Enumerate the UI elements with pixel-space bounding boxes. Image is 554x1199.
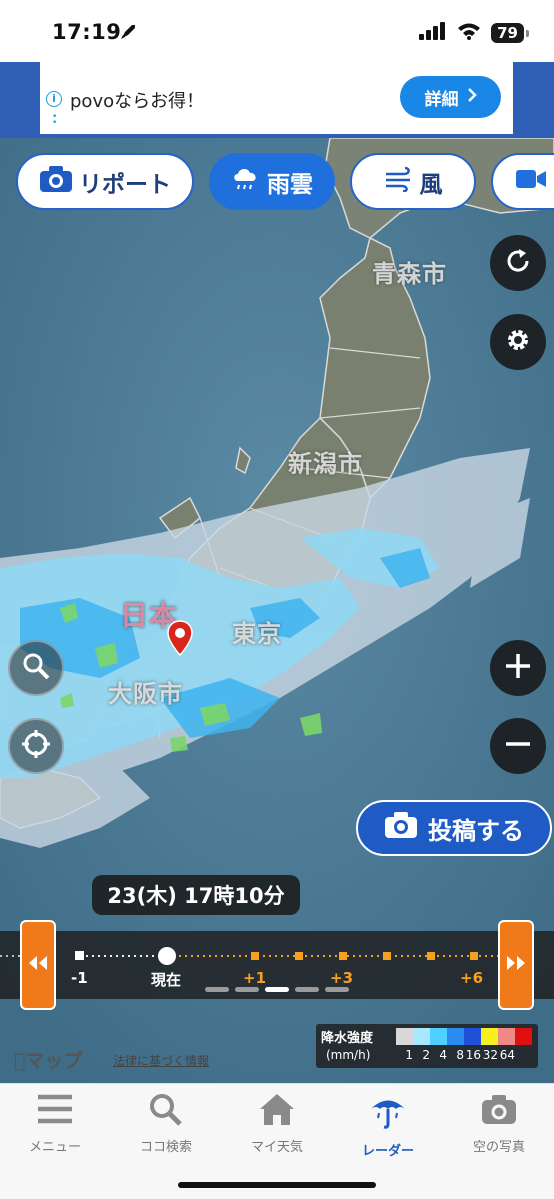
video-camera-icon: [515, 168, 547, 196]
map-label-niigata: 新潟市: [288, 450, 363, 478]
post-photo-button[interactable]: 投稿する: [356, 800, 552, 856]
refresh-icon: [503, 246, 533, 280]
tab-report[interactable]: リポート: [16, 153, 194, 210]
page-dot: [205, 987, 229, 992]
ad-banner: i • • povoならお得！ 詳細: [0, 62, 554, 138]
legend-title: 降水強度: [321, 1031, 374, 1046]
page-dot: [235, 987, 259, 992]
legend-swatch: [498, 1028, 515, 1045]
timeline-forward-button[interactable]: [498, 920, 534, 1010]
legend-value: 16: [465, 1048, 481, 1062]
status-time: 17:19: [52, 20, 122, 44]
legend-swatch: [515, 1028, 532, 1045]
tab-wind-label: 風: [419, 171, 443, 198]
search-icon: [21, 651, 51, 685]
nav-search[interactable]: ココ検索: [111, 1092, 221, 1155]
post-photo-label: 投稿する: [428, 816, 524, 845]
search-icon: [147, 1092, 185, 1130]
map-label-osaka: 大阪市: [108, 680, 183, 708]
legend-unit: (mm/h): [326, 1048, 371, 1062]
camera-icon: [384, 811, 418, 845]
timeline-page-indicator: [0, 987, 554, 992]
apple-maps-logo: マップ: [14, 1046, 82, 1073]
legal-info-link[interactable]: 法律に基づく情報: [113, 1052, 209, 1069]
tab-rain-cloud-label: 雨雲: [267, 171, 313, 198]
current-location-button[interactable]: [8, 718, 64, 774]
timeline-label-plus-3: +3: [330, 969, 354, 987]
rain-cloud-icon: [231, 165, 261, 199]
home-indicator: [178, 1182, 376, 1188]
status-bar: 17:19 79: [0, 0, 554, 62]
rocket-icon: [118, 22, 138, 46]
timeline-label-plus-6: +6: [460, 969, 484, 987]
legend-value: 2: [422, 1048, 430, 1062]
legend-swatch: [413, 1028, 430, 1045]
legend-value: 4: [439, 1048, 447, 1062]
nav-my-weather[interactable]: マイ天気: [222, 1092, 332, 1155]
legend-value: 8: [456, 1048, 464, 1062]
fast-forward-icon: [504, 953, 528, 977]
menu-icon: [36, 1092, 74, 1130]
nav-radar-label: レーダー: [361, 1144, 414, 1159]
page-dot: [325, 987, 349, 992]
camera-icon: [480, 1092, 518, 1130]
plus-icon: [503, 651, 533, 685]
maps-label: マップ: [14, 1050, 82, 1072]
chevron-right-icon: [467, 87, 477, 107]
nav-sky-photos[interactable]: 空の写真: [444, 1092, 554, 1155]
zoom-out-button[interactable]: [490, 718, 546, 774]
current-time-label: 23(木) 17時10分: [92, 875, 300, 915]
minus-icon: [503, 729, 533, 763]
timeline-label-minus-1: -1: [71, 969, 88, 987]
page-dot: [295, 987, 319, 992]
legend-values: 1 2 4 8 16 32 64: [396, 1048, 515, 1062]
legend-swatch: [396, 1028, 413, 1045]
nav-sky-photos-label: 空の写真: [472, 1140, 525, 1155]
nav-menu[interactable]: メニュー: [0, 1092, 110, 1155]
search-map-button[interactable]: [8, 640, 64, 696]
tab-wind[interactable]: 風: [350, 153, 476, 210]
map-label-tokyo: 東京: [232, 620, 282, 648]
legend-swatch: [464, 1028, 481, 1045]
ad-content[interactable]: i • • povoならお得！ 詳細: [40, 62, 513, 134]
tab-report-label: リポート: [79, 171, 171, 198]
nav-radar[interactable]: レーダー: [333, 1092, 443, 1159]
legend-value: 64: [499, 1048, 515, 1062]
timeline-label-plus-1: +1: [243, 969, 267, 987]
crosshair-icon: [20, 728, 52, 764]
ad-details-button[interactable]: 詳細: [400, 76, 501, 118]
gear-icon: [503, 325, 533, 359]
legend-value: 1: [405, 1048, 413, 1062]
ad-button-label: 詳細: [424, 89, 459, 110]
page-dot-active: [265, 987, 289, 992]
legend-swatch: [481, 1028, 498, 1045]
tab-rain-cloud[interactable]: 雨雲: [209, 153, 335, 210]
nav-menu-label: メニュー: [28, 1140, 81, 1155]
wifi-icon: [457, 22, 481, 44]
nav-search-label: ココ検索: [139, 1140, 192, 1155]
refresh-button[interactable]: [490, 235, 546, 291]
legend-color-scale: [396, 1028, 532, 1045]
zoom-in-button[interactable]: [490, 640, 546, 696]
wind-icon: [384, 166, 414, 198]
ad-dots-icon: • •: [52, 112, 58, 128]
tab-live-camera[interactable]: [491, 153, 554, 210]
nav-my-weather-label: マイ天気: [250, 1140, 303, 1155]
legend-swatch: [430, 1028, 447, 1045]
status-icons: 79: [419, 22, 529, 44]
info-icon[interactable]: i: [46, 91, 62, 107]
precipitation-legend: 降水強度 (mm/h) 1 2 4 8 16 32 64: [316, 1024, 538, 1068]
location-pin-icon[interactable]: [167, 620, 193, 660]
umbrella-icon: [369, 1092, 407, 1134]
map-label-aomori: 青森市: [372, 260, 447, 288]
camera-icon: [39, 165, 73, 199]
settings-button[interactable]: [490, 314, 546, 370]
signal-icon: [419, 22, 447, 44]
apple-icon: : [14, 1050, 25, 1072]
home-icon: [258, 1092, 296, 1130]
ad-text: povoならお得！: [70, 91, 205, 112]
legend-swatch: [447, 1028, 464, 1045]
legend-value: 32: [482, 1048, 498, 1062]
battery-indicator: 79: [491, 23, 529, 43]
